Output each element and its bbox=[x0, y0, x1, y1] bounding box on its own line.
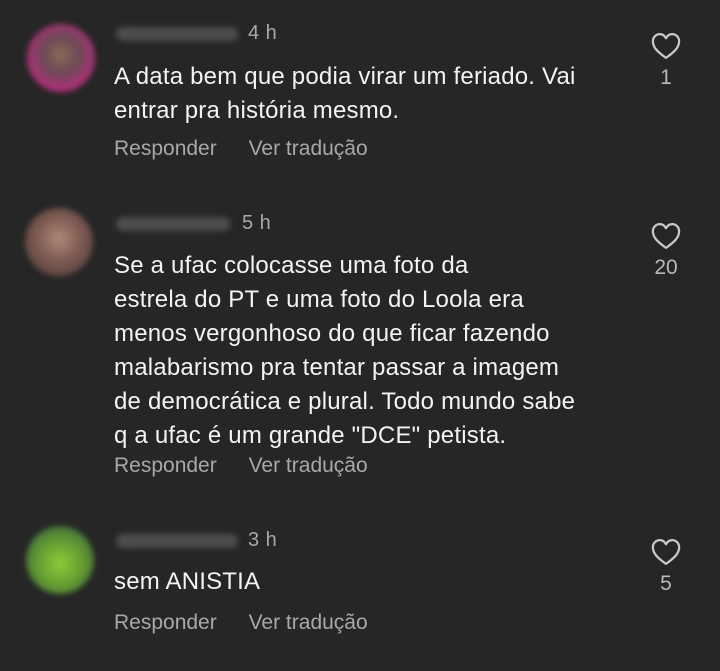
translate-button[interactable]: Ver tradução bbox=[249, 611, 368, 635]
username-blurred[interactable] bbox=[116, 27, 238, 41]
heart-outline-icon[interactable] bbox=[651, 32, 681, 60]
comment-actions: Responder Ver tradução bbox=[114, 137, 394, 161]
comment-text-line: menos vergonhoso do que ficar fazendo bbox=[114, 320, 550, 347]
translate-button[interactable]: Ver tradução bbox=[249, 137, 368, 161]
comment-timestamp: 5 h bbox=[242, 212, 272, 234]
avatar[interactable] bbox=[26, 526, 94, 594]
like-control: 5 bbox=[640, 538, 692, 596]
comment-actions: Responder Ver tradução bbox=[114, 454, 394, 478]
comment-text-line: q a ufac é um grande "DCE" petista. bbox=[114, 422, 507, 449]
username-blurred[interactable] bbox=[116, 217, 230, 231]
comment-text-line: de democrática e plural. Todo mundo sabe bbox=[114, 388, 576, 415]
heart-outline-icon[interactable] bbox=[651, 538, 681, 566]
like-count: 20 bbox=[654, 256, 678, 279]
comment-timestamp: 3 h bbox=[248, 529, 278, 551]
comment-text: sem ANISTIA bbox=[114, 565, 634, 599]
reply-button[interactable]: Responder bbox=[114, 611, 217, 635]
username-blurred[interactable] bbox=[116, 534, 238, 548]
comment-text: Se a ufac colocasse uma foto da estrela … bbox=[114, 249, 634, 453]
reply-button[interactable]: Responder bbox=[114, 454, 217, 478]
comment-text-line: sem ANISTIA bbox=[114, 568, 261, 595]
avatar[interactable] bbox=[25, 208, 93, 276]
comment-text-line: estrela do PT e uma foto do Loola era bbox=[114, 286, 524, 313]
reply-button[interactable]: Responder bbox=[114, 137, 217, 161]
like-count: 1 bbox=[660, 66, 672, 89]
comment-text-line: A data bem que podia virar um feriado. V… bbox=[114, 63, 576, 90]
like-count: 5 bbox=[660, 572, 672, 595]
comment-text: A data bem que podia virar um feriado. V… bbox=[114, 60, 634, 128]
heart-outline-icon[interactable] bbox=[651, 222, 681, 250]
comment-text-line: entrar pra história mesmo. bbox=[114, 97, 400, 124]
translate-button[interactable]: Ver tradução bbox=[249, 454, 368, 478]
comment-timestamp: 4 h bbox=[248, 22, 278, 44]
comment-actions: Responder Ver tradução bbox=[114, 611, 394, 635]
avatar[interactable] bbox=[27, 24, 95, 92]
like-control: 20 bbox=[640, 222, 692, 280]
comment-text-line: Se a ufac colocasse uma foto da bbox=[114, 252, 469, 279]
like-control: 1 bbox=[640, 32, 692, 90]
comment-text-line: malabarismo pra tentar passar a imagem bbox=[114, 354, 560, 381]
